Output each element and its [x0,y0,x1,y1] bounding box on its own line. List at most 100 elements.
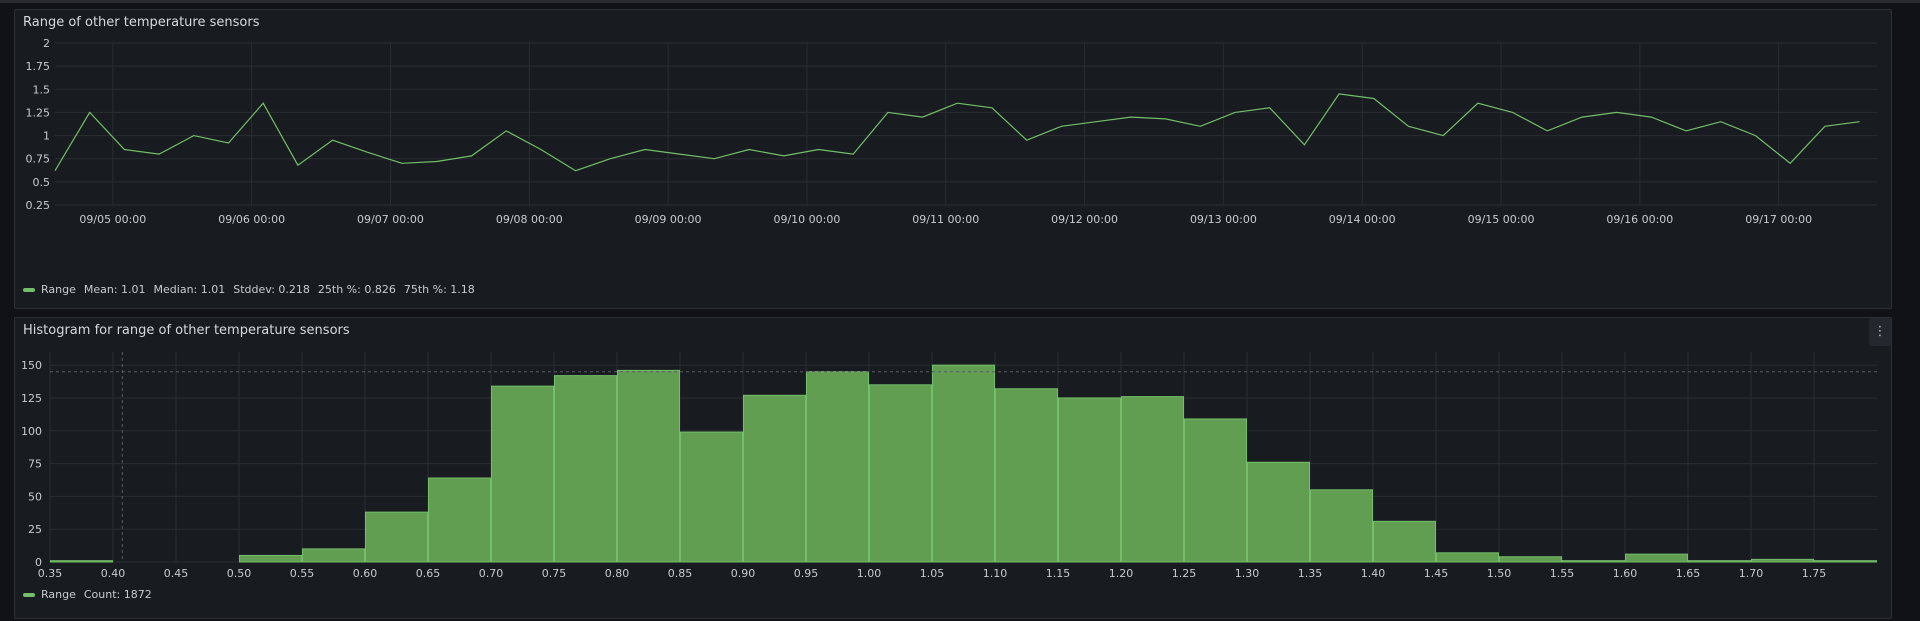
histogram-bar [1562,560,1625,563]
x-tick-label: 0.50 [227,567,252,580]
x-tick-label: 1.15 [1046,567,1071,580]
top-border [0,0,1920,3]
x-tick-label: 09/13 00:00 [1190,213,1257,226]
x-tick-label: 09/08 00:00 [496,213,563,226]
legend-stddev: Stddev: 0.218 [233,283,310,296]
x-tick-label: 1.65 [1676,567,1701,580]
histogram-bar [1058,397,1121,563]
histogram-bar [617,369,680,563]
histogram-bar [50,560,113,563]
y-tick-label: 100 [21,425,42,438]
x-tick-label: 1.55 [1550,567,1575,580]
y-tick-label: 0.5 [33,176,51,189]
legend-count: Count: 1872 [83,588,152,601]
histogram-bar [239,554,302,563]
histogram-bar [491,385,554,563]
histogram-bar [743,394,806,563]
x-tick-label: 09/09 00:00 [635,213,702,226]
histogram-bar [1436,552,1499,563]
histogram-chart[interactable]: 02550751001251500.35 0.40 0.45 0.50 0.55 0.60… [15,318,1891,618]
x-tick-label: 1.35 [1298,567,1323,580]
y-tick-label: 1.25 [26,106,51,119]
timeseries-legend[interactable]: Range Mean: 1.01 Median: 1.01 Stddev: 0.… [23,283,475,296]
x-tick-label: 09/11 00:00 [912,213,979,226]
histogram-bar [869,384,932,563]
x-tick-label: 0.75 [542,567,567,580]
x-tick-label: 0.45 [164,567,189,580]
histogram-bar [554,375,617,563]
histogram-bar [1814,560,1877,563]
x-tick-label: 0.80 [605,567,630,580]
histogram-bar [932,364,995,563]
x-tick-label: 1.45 [1424,567,1449,580]
histogram-legend[interactable]: Range Count: 1872 [23,588,152,601]
histogram-bar [1184,418,1247,563]
y-tick-label: 1.75 [26,60,51,73]
x-tick-label: 1.00 [857,567,882,580]
x-tick-label: 1.75 [1802,567,1827,580]
x-tick-label: 09/05 00:00 [79,213,146,226]
x-tick-label: 0.95 [794,567,819,580]
x-tick-label: 09/16 00:00 [1606,213,1673,226]
histogram-bar [1121,396,1184,563]
x-tick-label: 09/12 00:00 [1051,213,1118,226]
x-tick-label: 09/17 00:00 [1745,213,1812,226]
y-tick-label: 1 [43,130,50,143]
legend-series-name[interactable]: Range [41,283,76,296]
x-tick-label: 0.85 [668,567,693,580]
x-tick-label: 09/14 00:00 [1329,213,1396,226]
x-tick-label: 09/07 00:00 [357,213,424,226]
legend-series-name[interactable]: Range [41,588,76,601]
range-histogram-panel[interactable]: Histogram for range of other temperature… [14,317,1892,619]
x-tick-label: 1.60 [1613,567,1638,580]
x-tick-label: 0.65 [416,567,441,580]
y-tick-label: 50 [28,490,42,503]
x-tick-label: 0.55 [290,567,315,580]
histogram-bar [1247,461,1310,563]
x-tick-label: 0.60 [353,567,378,580]
x-tick-label: 0.70 [479,567,504,580]
x-tick-label: 1.50 [1487,567,1512,580]
x-tick-label: 0.40 [101,567,126,580]
histogram-bar [302,548,365,563]
series-color-swatch [23,287,35,292]
range-timeseries-panel[interactable]: Range of other temperature sensors 0.25 0… [14,9,1892,309]
x-tick-label: 1.70 [1739,567,1764,580]
x-tick-label: 1.25 [1172,567,1197,580]
y-tick-label: 0.75 [26,153,51,166]
x-tick-label: 1.30 [1235,567,1260,580]
histogram-bar [365,511,428,563]
histogram-bar [428,477,491,563]
histogram-bar [1310,489,1373,563]
histogram-bar [806,371,869,563]
histogram-bar [1499,556,1562,563]
x-tick-label: 1.10 [983,567,1008,580]
y-tick-label: 75 [28,458,42,471]
histogram-bar [1373,520,1436,563]
x-tick-label: 09/10 00:00 [773,213,840,226]
timeseries-chart[interactable]: 0.25 0.5 0.75 1 1.25 1.5 1.75 2 09/05 00:00 09/06… [15,10,1891,308]
histogram-bar [1625,553,1688,563]
legend-p25: 25th %: 0.826 [317,283,396,296]
y-tick-label: 150 [21,359,42,372]
x-tick-label: 09/06 00:00 [218,213,285,226]
series-color-swatch [23,592,35,597]
y-tick-label: 125 [21,392,42,405]
x-tick-label: 0.90 [731,567,756,580]
x-tick-label: 09/15 00:00 [1468,213,1535,226]
y-tick-label: 25 [28,523,42,536]
legend-p75: 75th %: 1.18 [403,283,475,296]
histogram-bar [680,431,743,563]
x-tick-label: 1.40 [1361,567,1386,580]
y-tick-label: 1.5 [33,83,51,96]
histogram-bar [1751,558,1814,563]
legend-median: Median: 1.01 [153,283,226,296]
x-tick-label: 1.05 [920,567,945,580]
x-tick-label: 1.20 [1109,567,1134,580]
legend-mean: Mean: 1.01 [83,283,146,296]
histogram-bar [995,388,1058,563]
y-tick-label: 2 [43,37,50,50]
x-tick-label: 0.35 [38,567,63,580]
y-tick-label: 0.25 [26,199,51,212]
histogram-bar [1688,560,1751,563]
